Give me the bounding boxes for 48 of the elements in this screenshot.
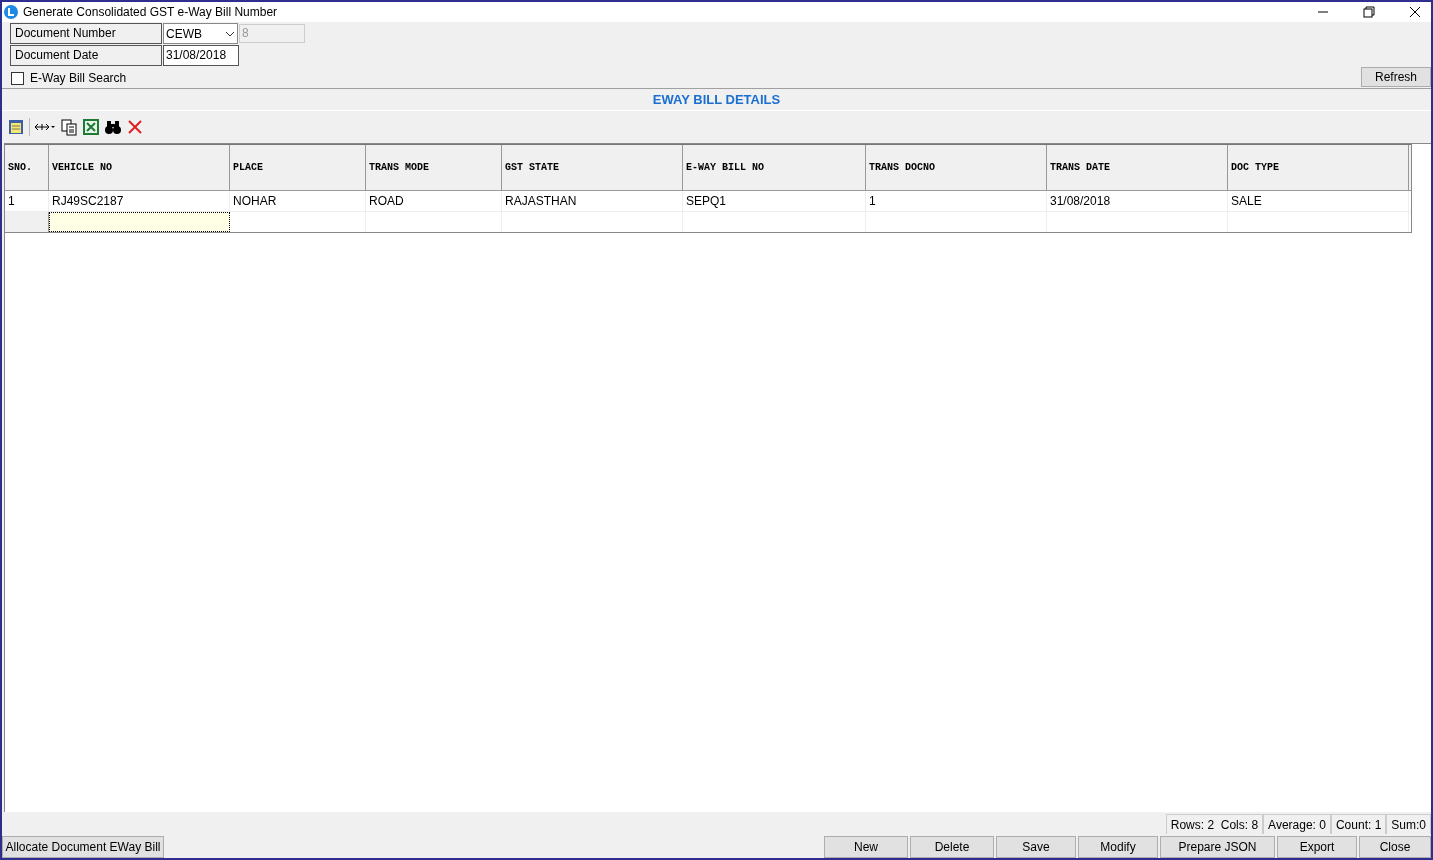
column-header[interactable]: E-WAY BILL NO (683, 145, 866, 190)
window-title: Generate Consolidated GST e-Way Bill Number (23, 4, 278, 21)
section-title: EWAY BILL DETAILS (2, 89, 1431, 111)
table-cell: ROAD (366, 191, 502, 211)
status-item: Average: 0 (1263, 814, 1331, 834)
copy-icon[interactable] (60, 118, 78, 136)
action-button[interactable]: New (824, 836, 908, 858)
series-dropdown[interactable]: CEWB (163, 23, 238, 44)
table-cell: NOHAR (230, 191, 366, 211)
action-button[interactable]: Save (996, 836, 1076, 858)
status-item: Sum:0 (1386, 814, 1431, 834)
column-header[interactable]: DOC TYPE (1228, 145, 1409, 190)
binoculars-icon[interactable] (104, 118, 122, 136)
checkbox-label: E-Way Bill Search (30, 70, 127, 87)
field-label: Document Date (10, 45, 162, 66)
table-cell: SEPQ1 (683, 191, 866, 211)
status-item: Rows: 2 Cols: 8 (1165, 814, 1264, 834)
allocate-button[interactable]: Allocate Document EWay Bill (2, 836, 164, 858)
action-button[interactable]: Modify (1078, 836, 1158, 858)
chevron-down-icon (225, 30, 235, 37)
table-cell: 1 (866, 191, 1047, 211)
table-cell: RJ49SC2187 (49, 191, 230, 211)
new-row-cell[interactable] (49, 212, 230, 232)
delete-x-icon[interactable] (126, 118, 144, 136)
column-header[interactable]: TRANS MODE (366, 145, 502, 190)
column-header[interactable]: SNO. (5, 145, 49, 190)
status-item: Count: 1 (1330, 814, 1387, 834)
table-cell: 1 (5, 191, 49, 211)
action-button[interactable]: Delete (910, 836, 994, 858)
restore-icon[interactable] (1363, 6, 1375, 18)
spreadsheet-icon[interactable] (82, 118, 100, 136)
column-header[interactable]: PLACE (230, 145, 366, 190)
action-button[interactable]: Export (1277, 836, 1357, 858)
column-header[interactable]: VEHICLE NO (49, 145, 230, 190)
form-icon[interactable] (7, 118, 25, 136)
table-cell: SALE (1228, 191, 1409, 211)
field-label: Document Number (10, 23, 162, 44)
checkbox[interactable] (11, 71, 24, 85)
action-button[interactable]: Close (1359, 836, 1431, 858)
close-icon[interactable] (1409, 6, 1421, 18)
action-button[interactable]: Prepare JSON (1160, 836, 1275, 858)
column-header[interactable]: GST STATE (502, 145, 683, 190)
refresh-button[interactable]: Refresh (1361, 67, 1431, 87)
date-field[interactable]: 31/08/2018 (163, 45, 239, 66)
table-cell: 31/08/2018 (1047, 191, 1228, 211)
column-header[interactable]: TRANS DATE (1047, 145, 1228, 190)
table-cell: RAJASTHAN (502, 191, 683, 211)
column-header[interactable]: TRANS DOCNO (866, 145, 1047, 190)
